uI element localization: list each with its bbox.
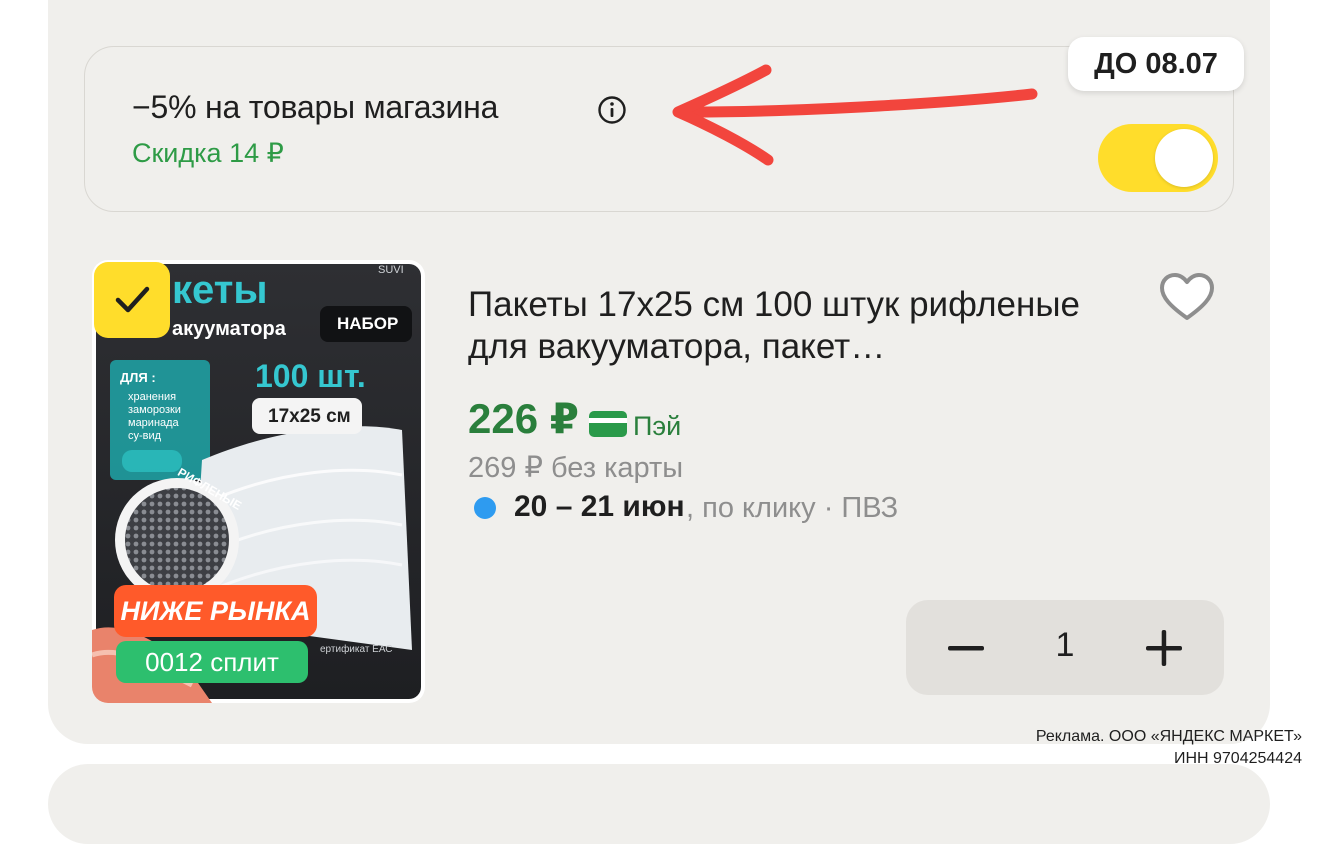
promo-block [84, 46, 1234, 212]
pay-label: Пэй [633, 411, 682, 441]
image-headline-2: акууматора [172, 318, 286, 340]
info-icon[interactable] [597, 95, 627, 125]
plus-icon[interactable] [1144, 628, 1184, 668]
promo-toggle[interactable] [1098, 124, 1218, 192]
old-price: 269 ₽ без карты [468, 452, 684, 484]
below-market-badge: НИЖЕ РЫНКА [114, 585, 317, 637]
image-for-label: ДЛЯ : [120, 370, 156, 385]
ad-line-2: ИНН 9704254424 [1173, 750, 1302, 767]
price: 226 ₽ [468, 395, 579, 442]
image-size: 17x25 см [268, 406, 351, 427]
next-cart-card [48, 764, 1270, 844]
split-badge: 0012 сплит [116, 641, 308, 683]
delivery-method: , по клику · ПВЗ [686, 492, 899, 524]
delivery-dot-icon [474, 497, 496, 519]
toggle-knob [1155, 129, 1213, 187]
image-use-2: заморозки [128, 404, 181, 416]
checkmark-icon [115, 286, 150, 313]
image-headline-1: кеты [172, 268, 268, 312]
heart-icon[interactable] [1158, 270, 1216, 328]
image-use-4: су-вид [128, 430, 162, 442]
image-use-1: хранения [128, 391, 177, 403]
quantity-value: 1 [1055, 626, 1075, 664]
select-checkbox[interactable] [94, 262, 170, 338]
card-icon [589, 411, 627, 437]
image-count: 100 шт. [255, 358, 366, 394]
image-use-3: маринада [128, 417, 179, 429]
red-arrow-annotation [672, 64, 1038, 166]
minus-icon[interactable] [946, 628, 986, 668]
image-brand: SUVI [378, 264, 404, 276]
image-set-label: НАБОР [337, 314, 399, 333]
promo-title: −5% на товары магазина [132, 89, 499, 125]
ad-line-1: Реклама. ООО «ЯНДЕКС МАРКЕТ» [1035, 728, 1302, 745]
product-title[interactable]: Пакеты 17х25 см 100 штук рифленые для ва… [468, 284, 1148, 368]
delivery-date: 20 – 21 июн [514, 490, 685, 523]
promo-discount: Скидка 14 ₽ [132, 138, 284, 168]
ad-disclaimer: Реклама. ООО «ЯНДЕКС МАРКЕТ» ИНН 9704254… [1036, 726, 1302, 770]
promo-until-badge: ДО 08.07 [1068, 37, 1244, 91]
image-cert: ертификат ЕАС [320, 644, 393, 655]
